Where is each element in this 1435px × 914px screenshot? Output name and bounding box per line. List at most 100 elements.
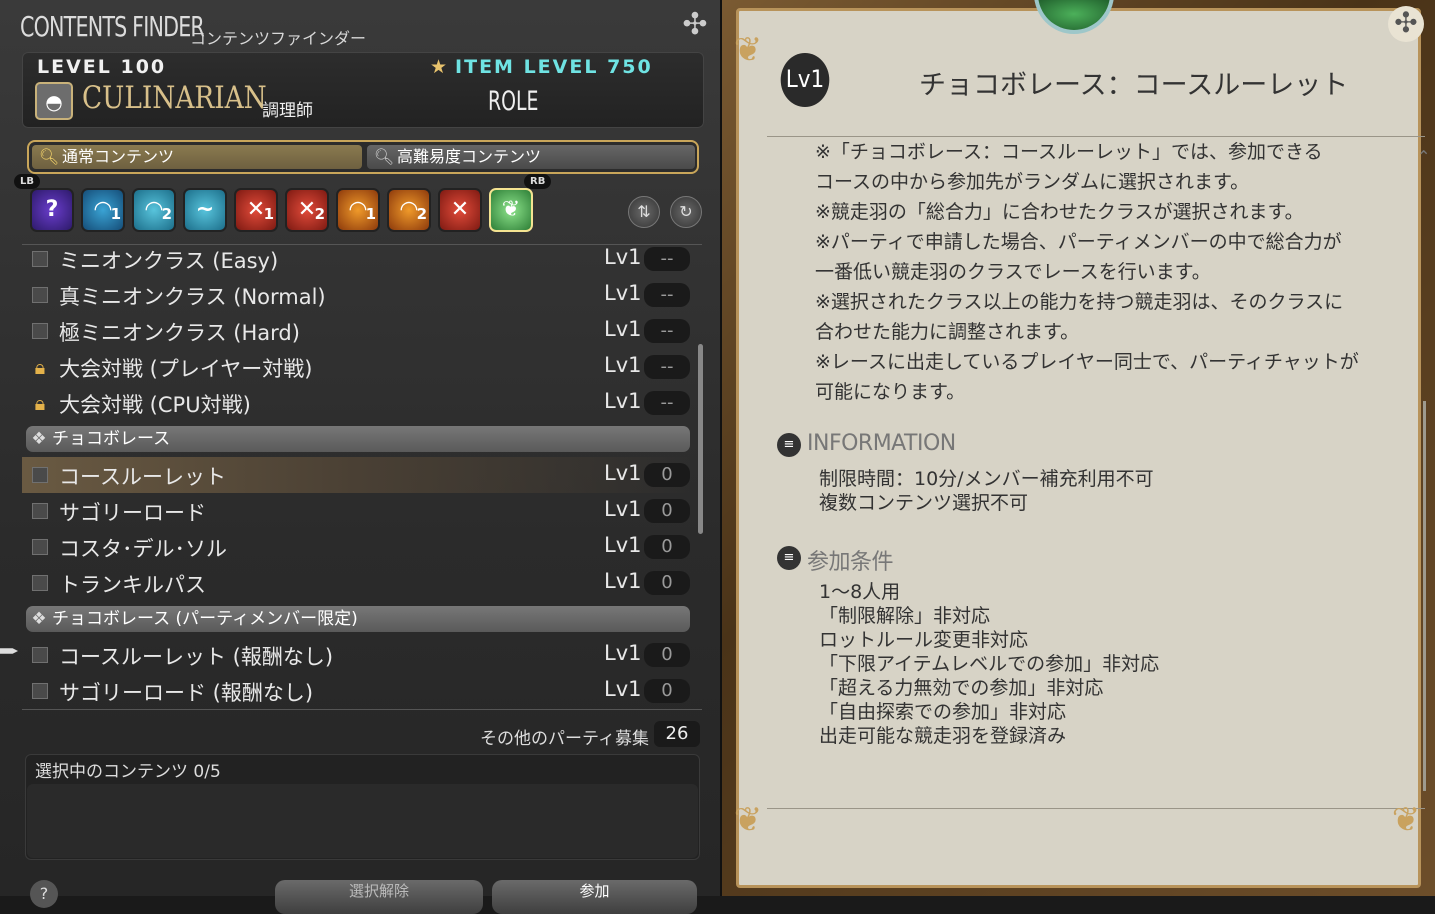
dungeon-icon[interactable]: ◠ 2: [132, 188, 176, 232]
checkbox[interactable]: [32, 467, 48, 483]
category-header[interactable]: ❖ チョコボレース: [26, 426, 690, 452]
checkbox[interactable]: [32, 323, 48, 339]
list-item[interactable]: サゴリーロード Lv1 0: [22, 493, 690, 529]
contents-finder-window: CONTENTS FINDER コンテンツファインダー ✣ LEVEL 100 …: [0, 0, 722, 914]
tier-number: 2: [314, 205, 325, 223]
list-item[interactable]: 🔒︎ 大会対戦 (プレイヤー対戦) Lv1 --: [22, 349, 690, 385]
list-item[interactable]: コスタ･デル･ソル Lv1 0: [22, 529, 690, 565]
ornament-icon: ❦: [1391, 800, 1421, 840]
roulette-icon[interactable]: ?: [30, 188, 74, 232]
selected-contents-label: 選択中のコンテンツ 0/5: [35, 762, 221, 782]
description-line: ※選択されたクラス以上の能力を持つ競走羽は、そのクラスに: [815, 291, 1344, 313]
duty-level: Lv1: [604, 245, 642, 269]
raid-icon[interactable]: ◠ 2: [387, 188, 431, 232]
information-line: 制限時間：10分/メンバー補充利用不可: [819, 468, 1154, 490]
pvp-icon[interactable]: ✕: [438, 188, 482, 232]
selected-contents-box: 選択中のコンテンツ 0/5: [25, 754, 700, 860]
list-item[interactable]: ミニオンクラス (Easy) Lv1 --: [22, 245, 690, 277]
duty-name: コスタ･デル･ソル: [59, 537, 227, 561]
culinarian-icon: ◓: [35, 82, 73, 120]
duty-name: コースルーレット (報酬なし): [59, 645, 334, 669]
checkbox[interactable]: [32, 287, 48, 303]
ornament-icon: ❦: [733, 30, 763, 70]
checkbox[interactable]: [32, 251, 48, 267]
rb-label: RB: [524, 174, 552, 189]
duty-level: Lv1: [604, 569, 642, 593]
checkbox[interactable]: [32, 503, 48, 519]
scroll-up-icon[interactable]: ⌃: [1417, 147, 1430, 166]
tier-number: 1: [110, 205, 121, 223]
duty-level: Lv1: [604, 353, 642, 377]
content-tabs: 🔍︎ 通常コンテンツ 🔍︎ 高難易度コンテンツ: [27, 140, 699, 174]
help-button[interactable]: ?: [30, 880, 58, 908]
duty-level: Lv1: [604, 533, 642, 557]
list-scrollbar[interactable]: [698, 344, 703, 534]
raid-icon[interactable]: ◠ 1: [336, 188, 380, 232]
job-name-jp: 調理師: [262, 101, 313, 121]
gold-saucer-icon[interactable]: ❦: [489, 188, 533, 232]
condition-line: 1～8人用: [819, 581, 901, 603]
document-icon: ≡: [777, 546, 801, 570]
refresh-icon[interactable]: ↻: [670, 196, 702, 228]
duty-level: Lv1: [604, 641, 642, 665]
information-text: 制限時間：10分/メンバー補充利用不可 複数コンテンツ選択不可: [819, 467, 1154, 515]
duty-name: 極ミニオンクラス (Hard): [59, 321, 300, 345]
duty-level: Lv1: [604, 317, 642, 341]
duty-name: 大会対戦 (CPU対戦): [59, 393, 251, 417]
role-label: ROLE: [488, 86, 539, 117]
condition-line: 出走可能な競走羽を登録済み: [819, 725, 1067, 747]
close-icon[interactable]: ✣: [1388, 6, 1424, 42]
close-icon[interactable]: ✣: [678, 8, 712, 42]
duty-level: Lv1: [604, 281, 642, 305]
description-line: ※パーティで申請した場合、パーティメンバーの中で総合力が: [815, 231, 1342, 253]
trial-icon[interactable]: ✕ 2: [285, 188, 329, 232]
document-icon: ≡: [777, 433, 801, 457]
hand-pointer-icon: [0, 648, 18, 654]
information-line: 複数コンテンツ選択不可: [819, 492, 1029, 514]
duty-count: 0: [644, 463, 690, 487]
lb-label: LB: [14, 174, 40, 189]
description-line: コースの中から参加先がランダムに選択されます。: [815, 171, 1250, 193]
tab-normal-contents[interactable]: 🔍︎ 通常コンテンツ: [32, 145, 362, 169]
description-line: 一番低い競走羽のクラスでレースを行います。: [815, 261, 1211, 283]
tier-number: 1: [263, 205, 274, 223]
sort-icon[interactable]: ⇅: [628, 196, 660, 228]
duty-level: Lv1: [604, 389, 642, 413]
duty-count: 0: [644, 643, 690, 667]
detail-scrollbar[interactable]: [1423, 401, 1426, 791]
duty-name: サゴリーロード (報酬なし): [59, 681, 314, 705]
checkbox[interactable]: [32, 539, 48, 555]
trial-icon[interactable]: ✕ 1: [234, 188, 278, 232]
duty-count: --: [644, 283, 690, 307]
window-title-jp: コンテンツファインダー: [190, 29, 367, 48]
search-icon: 🔍︎: [38, 147, 60, 166]
duty-name: ミニオンクラス (Easy): [59, 249, 279, 273]
duty-count: --: [644, 355, 690, 379]
dungeon-icon[interactable]: ◠ 1: [81, 188, 125, 232]
duty-count: 0: [644, 679, 690, 703]
join-button[interactable]: 参加: [492, 880, 697, 914]
condition-line: 「自由探索での参加」非対応: [819, 701, 1067, 723]
list-item[interactable]: 真ミニオンクラス (Normal) Lv1 --: [22, 277, 690, 313]
guildhest-icon[interactable]: ~: [183, 188, 227, 232]
list-item[interactable]: サゴリーロード (報酬なし) Lv1 0: [22, 673, 690, 709]
checkbox[interactable]: [32, 683, 48, 699]
list-item[interactable]: トランキルパス Lv1 0: [22, 565, 690, 601]
duty-name: トランキルパス: [59, 573, 206, 597]
duty-count: --: [644, 391, 690, 415]
tab-high-end-contents[interactable]: 🔍︎ 高難易度コンテンツ: [367, 145, 695, 169]
category-header[interactable]: ❖ チョコボレース (パーティメンバー限定): [26, 606, 690, 632]
list-item[interactable]: 🔒︎ 大会対戦 (CPU対戦) Lv1 --: [22, 385, 690, 421]
checkbox[interactable]: [32, 647, 48, 663]
description-line: 合わせた能力に調整されます。: [815, 321, 1080, 343]
list-item[interactable]: 極ミニオンクラス (Hard) Lv1 --: [22, 313, 690, 349]
duty-level: Lv1: [604, 461, 642, 485]
ornament-icon: ❦: [733, 800, 763, 840]
list-item[interactable]: コースルーレット Lv1 0: [22, 457, 690, 493]
clear-selection-button[interactable]: 選択解除: [275, 880, 483, 914]
conditions-text: 1～8人用 「制限解除」非対応 ロットルール変更非対応 「下限アイテムレベルでの参加」…: [819, 580, 1159, 748]
list-item[interactable]: コースルーレット (報酬なし) Lv1 0: [22, 637, 690, 673]
lock-icon: 🔒︎: [34, 355, 46, 379]
party-recruit-count[interactable]: 26: [654, 721, 700, 747]
checkbox[interactable]: [32, 575, 48, 591]
